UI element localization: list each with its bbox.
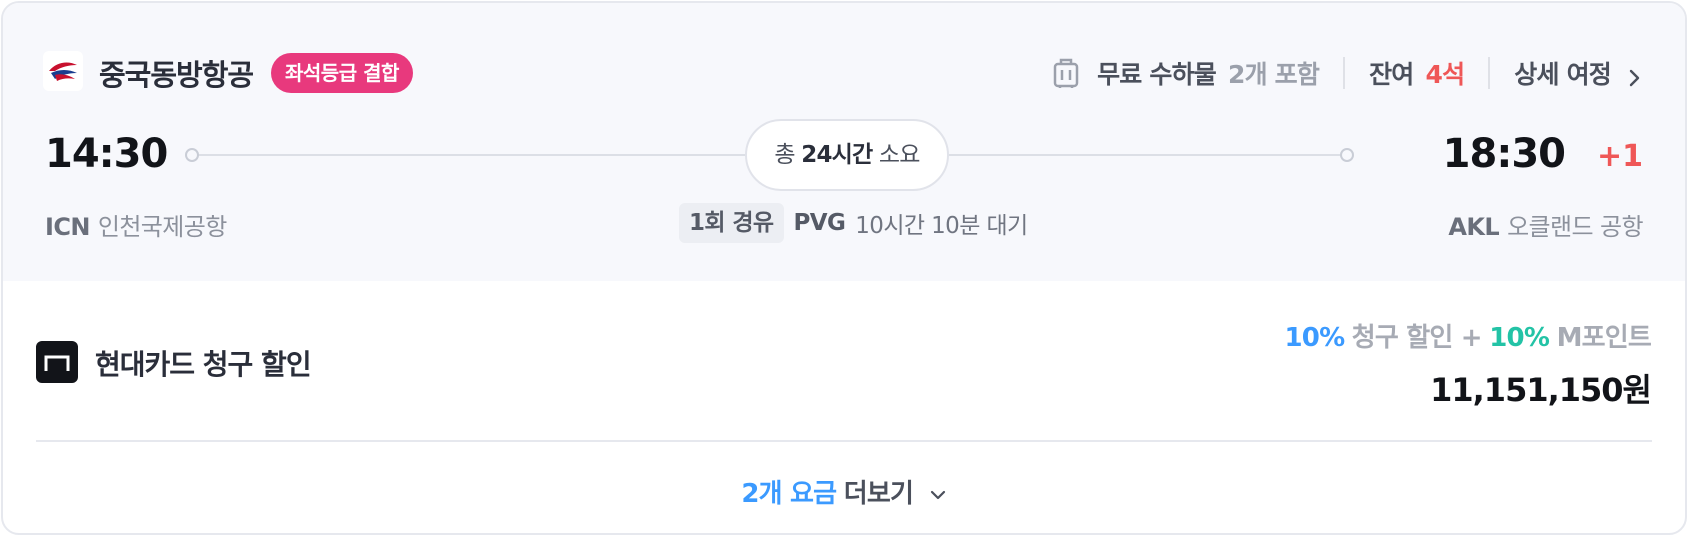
seats-label: 잔여 — [1369, 60, 1414, 89]
chevron-right-icon[interactable] — [1625, 64, 1643, 87]
route-end-dot — [1340, 148, 1354, 162]
stopover-count-chip: 1회 경유 — [679, 203, 784, 243]
arrival-day-offset: +1 — [1596, 139, 1643, 174]
card-brand-icon — [36, 341, 78, 383]
divider — [36, 440, 1652, 442]
duration-suffix: 소요 — [878, 142, 921, 168]
discount-label: 청구 할인 + — [1351, 323, 1483, 353]
discount-benefit: 10% 청구 할인 + 10% M포인트 — [1284, 317, 1651, 354]
stopover-wait: 10시간 10분 대기 — [855, 213, 1028, 239]
more-fares-button[interactable]: 2개 요금 더보기 — [3, 473, 1685, 510]
departure-airport: ICN 인천국제공항 — [45, 207, 227, 242]
meta-divider — [1343, 57, 1346, 89]
airline-logo-icon — [43, 51, 83, 91]
flight-meta: 무료 수하물 2개 포함 잔여 4석 상세 여정 — [1051, 53, 1643, 93]
meta-divider — [1488, 57, 1491, 89]
chevron-down-icon — [930, 490, 945, 499]
luggage-icon — [1051, 57, 1081, 89]
baggage-label: 무료 수하물 — [1097, 60, 1217, 89]
fare-price[interactable]: 11,151,150원 — [1430, 365, 1652, 411]
arrival-time: 18:30 — [1442, 131, 1566, 177]
stopover-airport: PVG — [793, 210, 846, 236]
arrival-airport: AKL 오클랜드 공항 — [1448, 207, 1643, 242]
seats-remaining: 4석 — [1425, 60, 1465, 89]
duration-prefix: 총 — [774, 142, 795, 168]
details-link[interactable]: 상세 여정 — [1514, 55, 1612, 91]
card-discount-name: 현대카드 청구 할인 — [95, 348, 312, 381]
more-fares-label: 더보기 — [843, 479, 914, 509]
departure-airport-name: 인천국제공항 — [97, 213, 227, 241]
stopover-info: 1회 경유 PVG 10시간 10분 대기 — [679, 203, 1028, 243]
flight-result-card[interactable]: 중국동방항공 좌석등급 결합 무료 수하물 2개 포함 잔여 4석 상세 여정 — [1, 1, 1687, 535]
route-start-dot — [185, 148, 199, 162]
arrival-code: AKL — [1448, 213, 1500, 241]
duration-pill: 총 24시간 소요 — [745, 119, 949, 191]
points-label: M포인트 — [1556, 323, 1652, 353]
points-percent: 10% — [1489, 323, 1550, 353]
departure-code: ICN — [45, 213, 90, 241]
more-fares-count: 2개 요금 — [741, 479, 837, 509]
duration-value: 24시간 — [801, 142, 873, 168]
cabin-class-badge: 좌석등급 결합 — [271, 53, 413, 93]
flight-summary: 중국동방항공 좌석등급 결합 무료 수하물 2개 포함 잔여 4석 상세 여정 — [3, 3, 1685, 281]
arrival-airport-name: 오클랜드 공항 — [1507, 213, 1644, 241]
airline-name: 중국동방항공 — [99, 58, 254, 92]
departure-time: 14:30 — [45, 131, 168, 177]
discount-percent: 10% — [1284, 323, 1345, 353]
baggage-value: 2개 포함 — [1227, 60, 1320, 89]
